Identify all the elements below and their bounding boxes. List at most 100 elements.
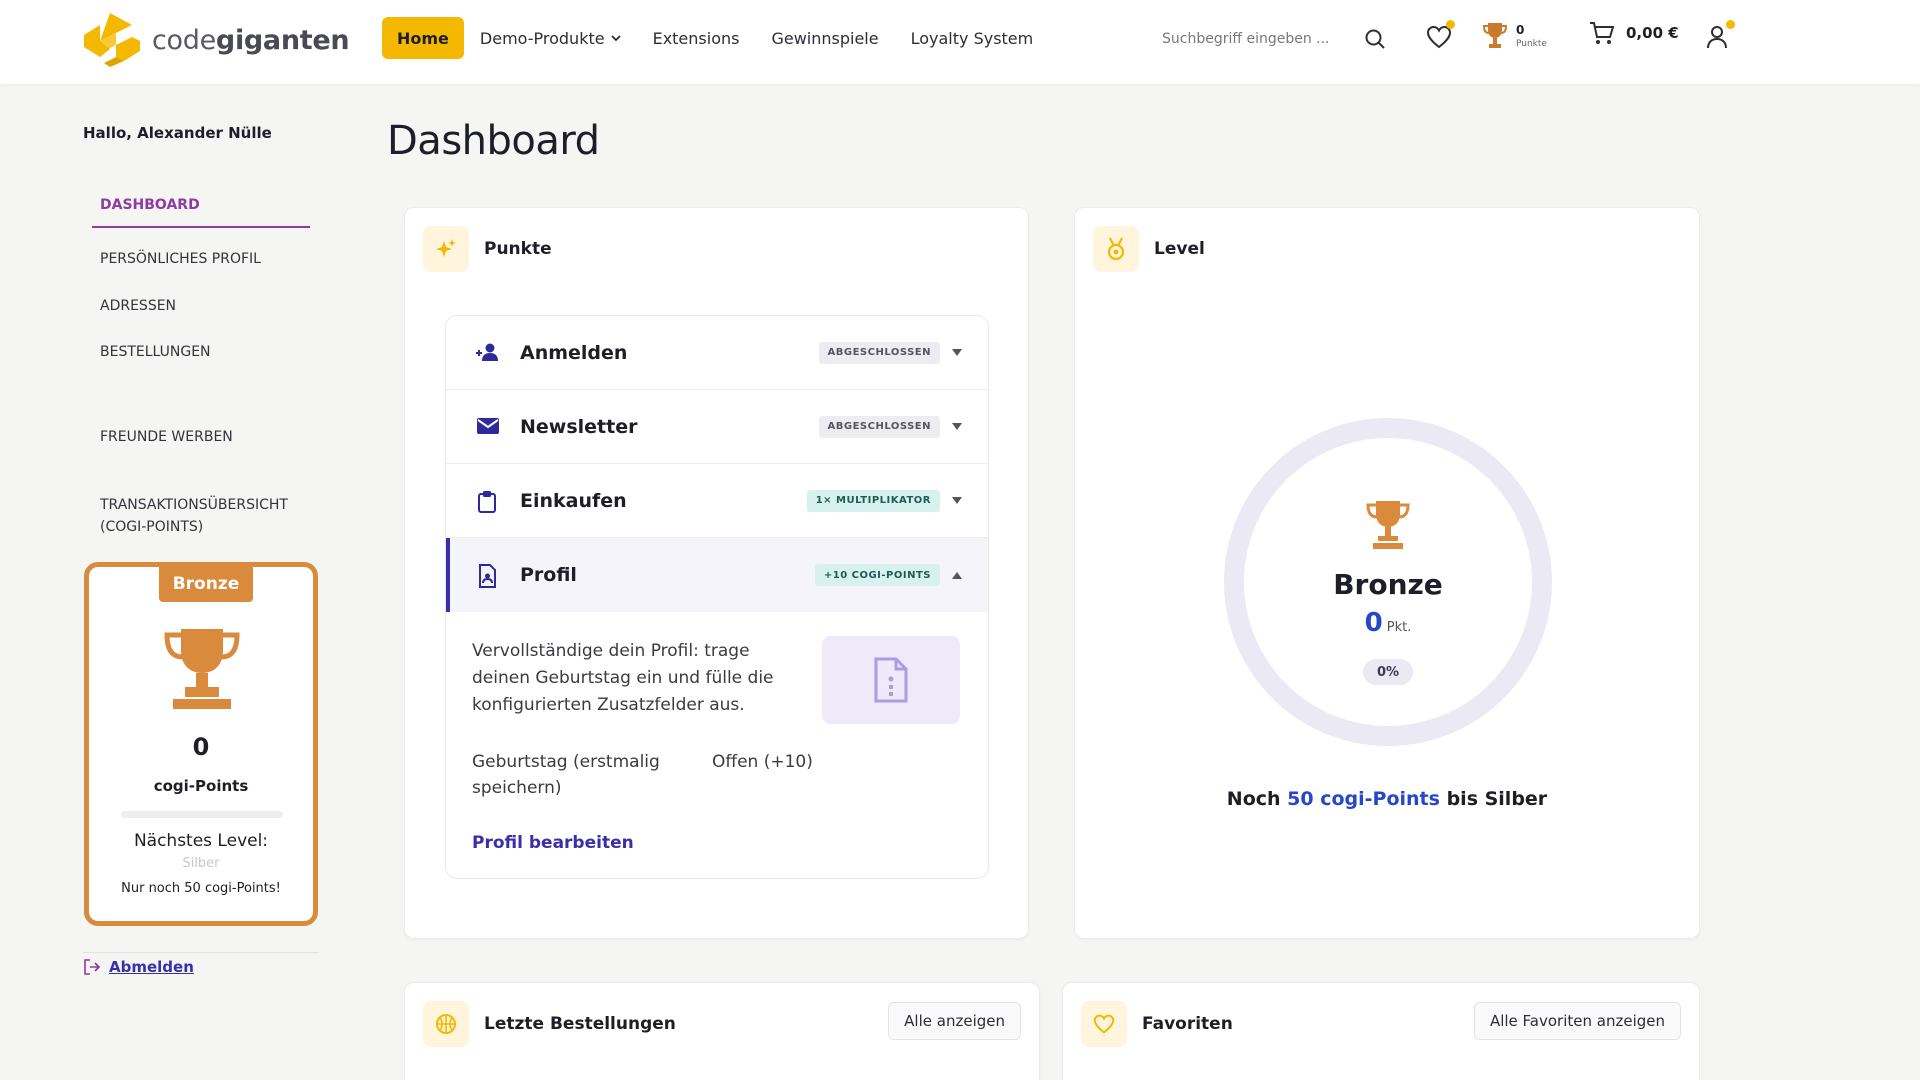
multiplier-badge: 1× MULTIPLIKATOR [806, 489, 940, 512]
show-all-orders-button[interactable]: Alle anzeigen [888, 1002, 1021, 1040]
sidebar-item-bestellungen[interactable]: Bestellungen [92, 329, 310, 375]
accordion-row-newsletter[interactable]: Newsletter ABGESCHLOSSEN [446, 390, 988, 464]
nav-gewinnspiele[interactable]: Gewinnspiele [755, 17, 894, 59]
sidebar-item-dashboard[interactable]: Dashboard [92, 182, 310, 229]
page-title: Dashboard [387, 118, 600, 164]
logo[interactable]: codegiganten [80, 10, 350, 70]
nav-demo-produkte[interactable]: Demo-Produkte [464, 17, 637, 59]
accordion-row-title: Einkaufen [520, 489, 627, 512]
wishlist-button[interactable] [1424, 20, 1455, 52]
points-remaining: Nur noch 50 cogi-Points! [121, 881, 281, 896]
logo-text: codegiganten [152, 24, 350, 56]
sidebar-item-profil[interactable]: Persönliches Profil [92, 236, 310, 282]
points-text: 0 Punkte [1516, 24, 1547, 49]
nav-loyalty-system[interactable]: Loyalty System [895, 17, 1050, 59]
favorites-card-icon-box [1081, 1001, 1127, 1047]
profil-detail-panel: Vervollständige dein Profil: trage deine… [446, 614, 988, 878]
basketball-icon [436, 1014, 456, 1034]
logo-icon [84, 13, 140, 67]
search-box [1162, 20, 1392, 58]
trophy-icon [164, 629, 240, 709]
accordion-row-einkaufen[interactable]: Einkaufen 1× MULTIPLIKATOR [446, 464, 988, 538]
medal-icon [1107, 237, 1125, 261]
recent-orders-card: Letzte Bestellungen Alle anzeigen [404, 982, 1040, 1080]
status-badge: ABGESCHLOSSEN [818, 341, 940, 364]
cart-icon [1590, 22, 1615, 44]
nav-home[interactable]: Home [382, 17, 464, 59]
next-level-label: Nächstes Level: [133, 831, 269, 851]
profil-illustration [822, 636, 960, 724]
level-points-unit: Pkt. [1386, 620, 1412, 635]
accordion-row-title: Anmelden [520, 341, 628, 364]
next-level-name: Silber [182, 856, 220, 871]
chevron-down-icon [610, 35, 621, 42]
caret-down-icon [952, 349, 962, 356]
level-card-title: Level [1154, 239, 1205, 259]
favorites-card-header: Favoriten [1081, 1001, 1233, 1047]
level-ring: Bronze 0 Pkt. 0% [1224, 418, 1552, 746]
show-all-favorites-button[interactable]: Alle Favoriten anzeigen [1473, 1002, 1681, 1040]
sparkle-icon [436, 239, 456, 257]
points-accordion: Anmelden ABGESCHLOSSEN Newsletter ABGESC… [445, 315, 989, 879]
nav-extensions[interactable]: Extensions [637, 17, 756, 59]
reward-badge: +10 COGI-POINTS [814, 564, 940, 586]
nav-demo-produkte-label: Demo-Produkte [479, 28, 605, 48]
search-icon[interactable] [1364, 28, 1386, 50]
sidebar-item-freunde-werben[interactable]: Freunde werben [92, 414, 310, 460]
account-dot [1726, 20, 1735, 29]
trophy-icon [1366, 501, 1410, 549]
level-points-value: 0 [1364, 608, 1383, 638]
points-card-header: Punkte [423, 226, 552, 272]
level-progress-bar [121, 811, 283, 818]
task-label: Geburtstag (erstmalig speichern) [472, 752, 660, 798]
next-level-info: Noch 50 cogi-Points bis Silber [1075, 788, 1699, 810]
profile-document-icon [479, 564, 496, 588]
caret-down-icon [952, 423, 962, 430]
account-button[interactable] [1702, 20, 1735, 52]
account-sidebar: Dashboard Persönliches Profil Adressen B… [92, 182, 310, 551]
level-card: Bronze 0 cogi-Points Nächstes Level: Sil… [84, 562, 318, 926]
points-card-icon-box [423, 226, 469, 272]
main-nav: Home Demo-Produkte Extensions Gewinnspie… [382, 17, 1049, 59]
favorites-card: Favoriten Alle Favoriten anzeigen [1062, 982, 1700, 1080]
mail-icon [477, 418, 499, 434]
document-icon [874, 657, 908, 703]
trophy-icon [1482, 23, 1508, 48]
logout-link[interactable]: Abmelden [83, 958, 194, 976]
points-value: 0 [1516, 22, 1525, 37]
level-card-points: 0 [192, 733, 210, 761]
next-level-prefix: Noch [1226, 788, 1281, 810]
next-level-suffix: bis Silber [1446, 788, 1548, 810]
edit-profile-link[interactable]: Profil bearbeiten [472, 833, 634, 853]
points-card: Punkte Anmelden ABGESCHLOSSEN Newsletter… [404, 207, 1029, 939]
orders-card-icon-box [423, 1001, 469, 1047]
heart-icon [1093, 1014, 1115, 1034]
cart-total: 0,00 € [1626, 24, 1679, 42]
orders-card-title: Letzte Bestellungen [484, 1014, 676, 1034]
logout-icon [84, 959, 101, 975]
accordion-row-profil[interactable]: Profil +10 COGI-POINTS [446, 538, 988, 612]
level-ring-content: Bronze 0 Pkt. 0% [1244, 438, 1532, 726]
sidebar-divider [83, 952, 319, 953]
accordion-row-anmelden[interactable]: Anmelden ABGESCHLOSSEN [446, 316, 988, 390]
points-card-title: Punkte [484, 239, 552, 259]
wishlist-dot [1446, 20, 1455, 29]
level-card-icon-box [1093, 226, 1139, 272]
level-points: 0 Pkt. [1244, 608, 1532, 638]
status-badge: ABGESCHLOSSEN [818, 415, 940, 438]
user-add-icon [476, 343, 498, 361]
top-header: codegiganten Home Demo-Produkte Extensio… [0, 0, 1920, 84]
sidebar-item-adressen[interactable]: Adressen [92, 283, 310, 329]
points-label: Punkte [1516, 38, 1547, 49]
cart-button[interactable]: 0,00 € [1588, 20, 1679, 46]
next-level-points: 50 cogi-Points [1287, 788, 1440, 810]
profil-description: Vervollständige dein Profil: trage deine… [472, 641, 774, 715]
sidebar-item-transaktionen[interactable]: Transaktionsübersicht (cogi-Points) [92, 482, 310, 551]
search-input[interactable] [1162, 31, 1342, 47]
user-icon [1707, 26, 1727, 49]
level-badge: Bronze [159, 566, 253, 602]
level-card-header: Level [1093, 226, 1205, 272]
level-name: Bronze [1333, 568, 1443, 601]
points-indicator[interactable]: 0 Punkte [1482, 20, 1547, 52]
logout-label: Abmelden [109, 958, 194, 976]
